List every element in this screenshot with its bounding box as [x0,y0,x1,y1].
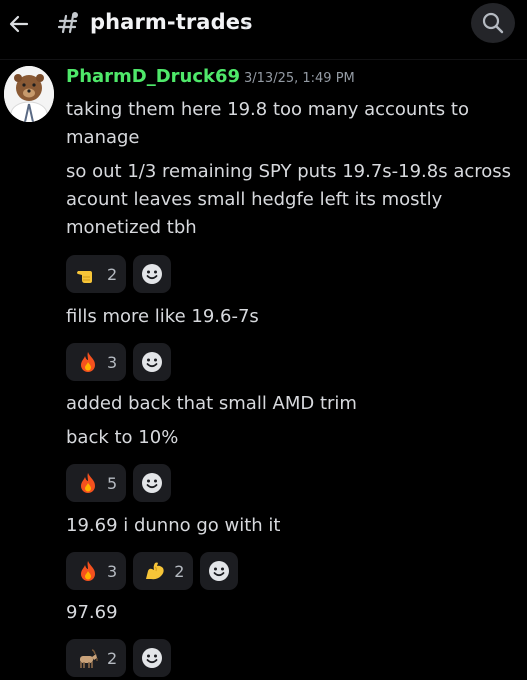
channel-name[interactable]: pharm-trades [90,10,253,34]
chevron-right-icon[interactable]: › [244,15,250,34]
reaction-chip[interactable]: 2 [133,552,194,590]
add-reaction-button[interactable] [200,552,239,590]
header-divider [0,59,527,60]
message-line: back to 10% [66,427,179,448]
message-text: added back that small AMD trim [66,390,516,418]
channel-header: pharm-trades › [0,0,527,48]
smiley-icon [142,352,163,372]
reaction-count: 5 [107,473,118,493]
reaction-bar: 3 2 [66,552,239,590]
channel-hash-icon [57,11,79,35]
message-line: 19.69 i dunno go with it [66,515,281,536]
reaction-chip[interactable]: 2 [66,639,127,677]
reaction-bar: 3 [66,343,172,381]
message-line: fills more like 19.6-7s [66,306,259,327]
message-timestamp: 3/13/25, 1:49 PM [244,71,355,86]
message-line: acount leaves small hedgfe left its most… [66,189,443,210]
smiley-icon [142,264,163,284]
message-line: taking them here 19.8 too many accounts … [66,99,469,120]
message-line: 97.69 [66,602,118,623]
reaction-bar: 2 [66,255,172,293]
avatar[interactable] [4,66,54,122]
message-line: manage [66,127,140,148]
arrow-left-icon[interactable] [4,9,34,39]
add-reaction-button[interactable] [133,343,172,381]
message-text: taking them here 19.8 too many accounts … [66,96,516,152]
smiley-icon [142,648,163,668]
smiley-icon [209,561,230,581]
reaction-chip[interactable]: 2 [66,255,127,293]
fire-emoji [76,471,100,495]
reaction-chip[interactable]: 3 [66,552,127,590]
reaction-count: 2 [107,648,118,668]
reaction-chip[interactable]: 5 [66,464,127,502]
reaction-bar: 5 [66,464,172,502]
smiley-icon [142,473,163,493]
fire-emoji [76,559,100,583]
add-reaction-button[interactable] [133,255,172,293]
search-icon[interactable] [471,3,515,43]
fire-emoji [76,350,100,374]
pointing-hand-emoji [76,262,100,286]
reaction-count: 2 [107,264,118,284]
goat-emoji [76,646,100,670]
add-reaction-button[interactable] [133,464,172,502]
message-author[interactable]: PharmD_Druck69 [66,66,240,87]
message-line: added back that small AMD trim [66,393,357,414]
message-text: 97.69 [66,599,516,627]
message-text: so out 1/3 remaining SPY puts 19.7s-19.8… [66,158,516,242]
reaction-count: 2 [174,561,185,581]
message-text: 19.69 i dunno go with it [66,512,516,540]
message-text: fills more like 19.6-7s [66,303,516,331]
reaction-count: 3 [107,561,118,581]
message-text: back to 10% [66,424,516,452]
add-reaction-button[interactable] [133,639,172,677]
reaction-count: 3 [107,352,118,372]
flexed-biceps-emoji [143,559,167,583]
message-line: monetized tbh [66,217,197,238]
reaction-bar: 2 [66,639,172,677]
reaction-chip[interactable]: 3 [66,343,127,381]
message-line: so out 1/3 remaining SPY puts 19.7s-19.8… [66,161,512,182]
